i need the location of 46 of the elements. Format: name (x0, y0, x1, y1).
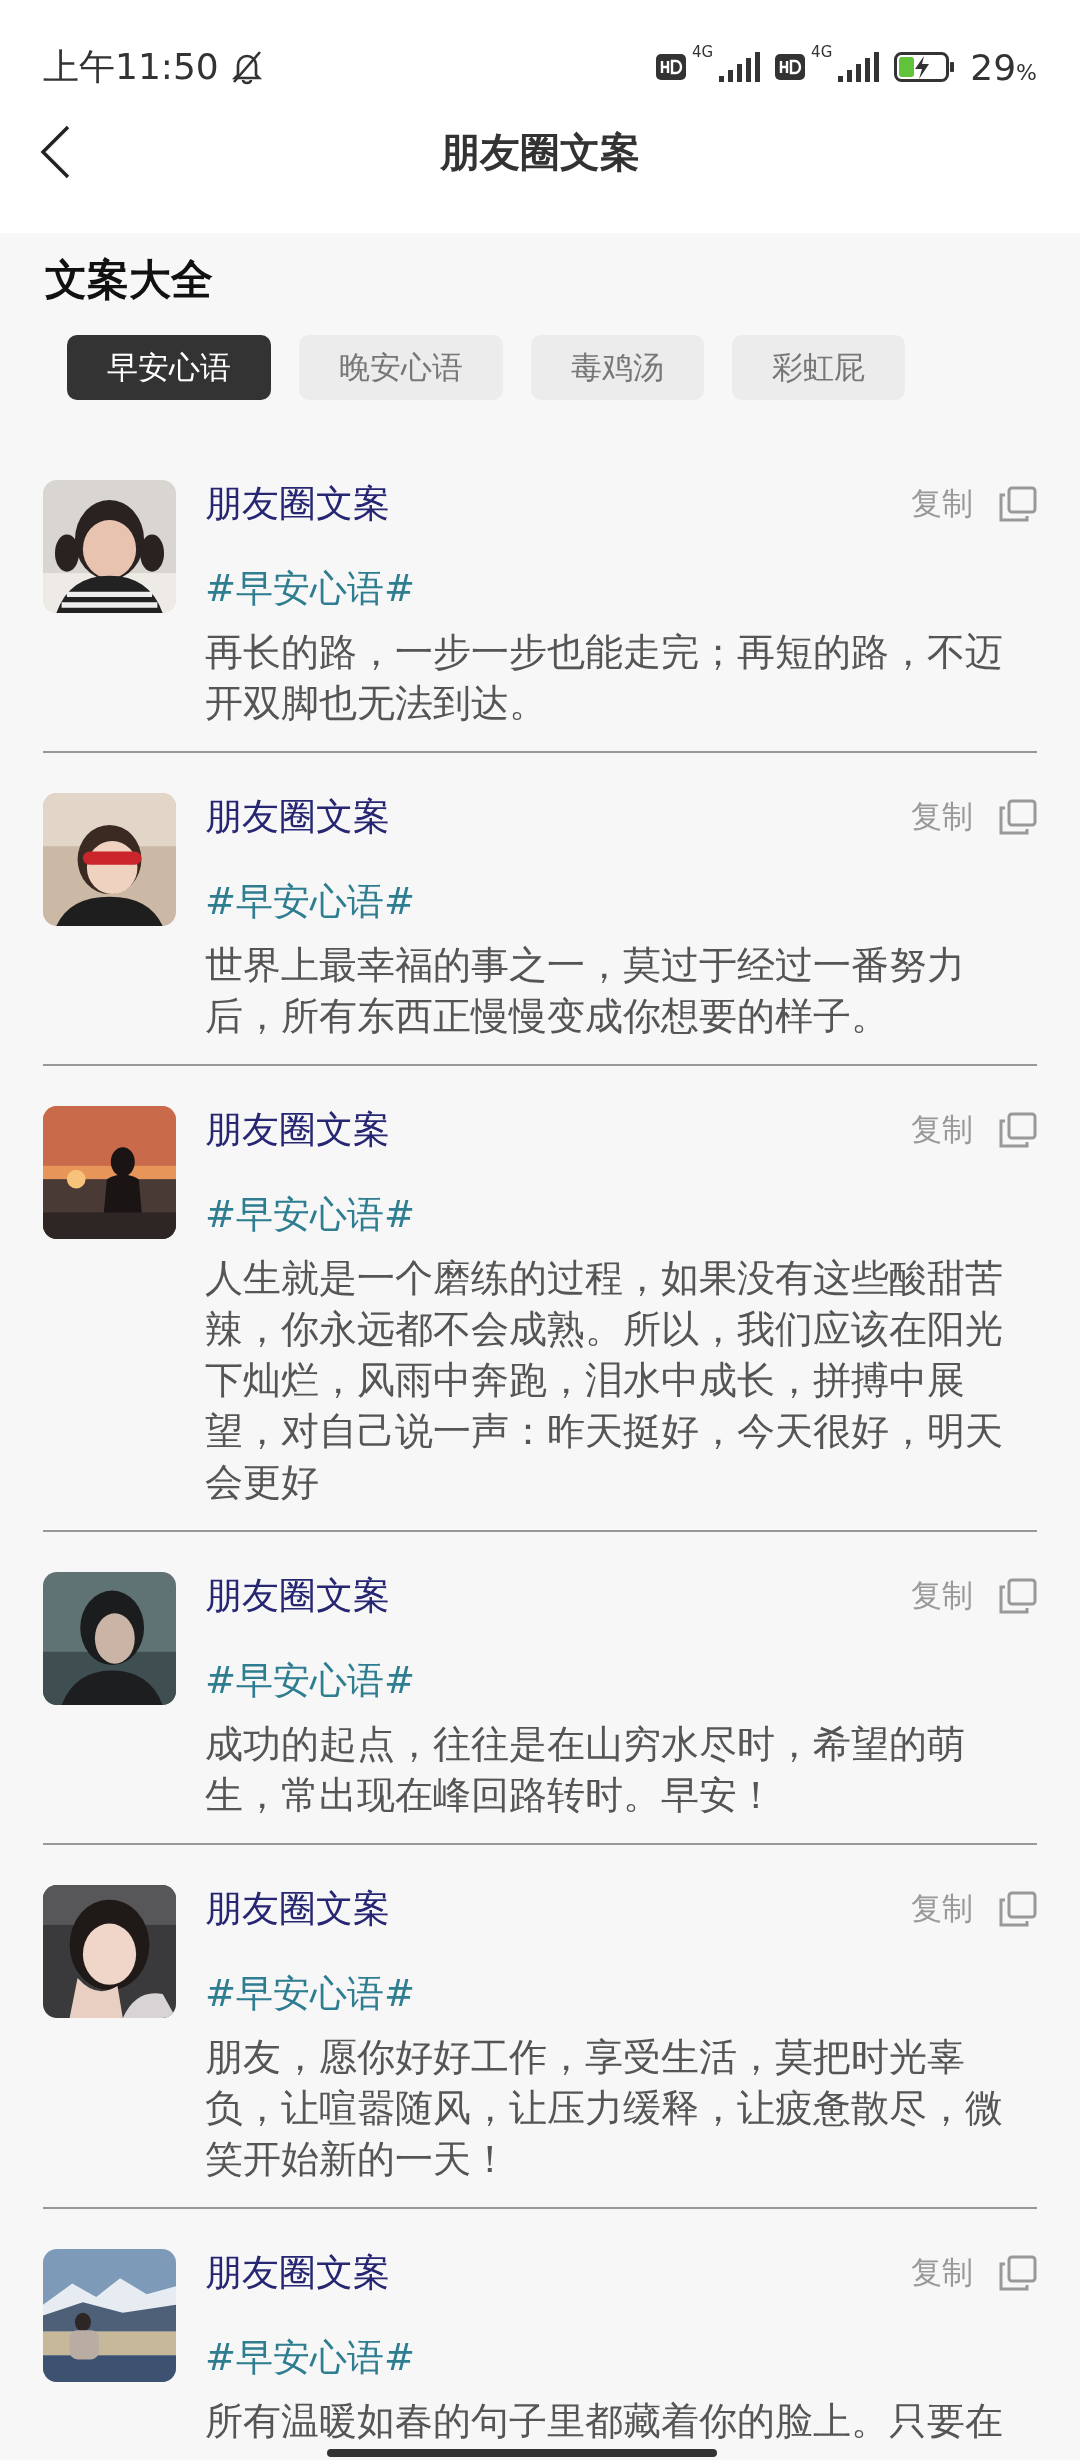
post-text: 所有温暖如春的句子里都藏着你的脸上。只要在 (205, 2398, 1004, 2445)
copy-link[interactable]: 复制 (911, 1888, 973, 1930)
hd-icon (655, 54, 686, 80)
copy-icon[interactable] (999, 799, 1037, 835)
network-type: 4G (811, 42, 833, 61)
category-tab[interactable]: 彩虹屁 (732, 335, 905, 400)
hashtag[interactable]: #早安心语# (205, 878, 1037, 926)
signal-icon (838, 52, 881, 82)
category-tab[interactable]: 晚安心语 (299, 335, 503, 400)
hashtag[interactable]: #早安心语# (205, 565, 1037, 613)
back-icon[interactable] (38, 124, 72, 180)
copy-link[interactable]: 复制 (911, 1575, 973, 1617)
copy-link[interactable]: 复制 (911, 796, 973, 838)
hashtag[interactable]: #早安心语# (205, 1191, 1037, 1239)
hd-icon (775, 54, 806, 80)
author-name: 朋友圈文案 (205, 481, 390, 527)
post-text: 人生就是一个磨练的过程，如果没有这些酸甜苦辣，你永远都不会成熟。所以，我们应该在阳光下灿烂，风雨中奔跑，泪水中成长，拼搏中展望，对自己说一声：昨天挺好，今天很好，明天会更好 (205, 1255, 1004, 1506)
copy-icon[interactable] (999, 2255, 1037, 2291)
network-type: 4G (691, 42, 714, 61)
section-title: 文案大全 (44, 254, 214, 305)
copy-icon[interactable] (999, 1578, 1037, 1614)
battery-percent: 29% (970, 46, 1037, 88)
author-name: 朋友圈文案 (205, 1107, 390, 1153)
post-text: 再长的路，一步一步也能走完；再短的路，不迈开双脚也无法到达。 (205, 629, 1004, 727)
copy-link[interactable]: 复制 (911, 2252, 973, 2294)
hashtag[interactable]: #早安心语# (205, 2334, 1037, 2382)
copy-icon[interactable] (999, 486, 1037, 522)
category-tab[interactable]: 毒鸡汤 (531, 335, 704, 400)
copy-icon[interactable] (999, 1112, 1037, 1148)
copy-icon[interactable] (999, 1891, 1037, 1927)
author-name: 朋友圈文案 (205, 794, 390, 840)
clock-time: 上午11:50 (43, 44, 219, 89)
author-name: 朋友圈文案 (205, 1886, 390, 1932)
post-text: 成功的起点，往往是在山穷水尽时，希望的萌生，常出现在峰回路转时。早安！ (205, 1721, 966, 1819)
author-name: 朋友圈文案 (205, 2250, 390, 2296)
hashtag[interactable]: #早安心语# (205, 1970, 1037, 2018)
post-text: 世界上最幸福的事之一，莫过于经过一番努力后，所有东西正慢慢变成你想要的样子。 (205, 942, 966, 1040)
battery-icon (894, 52, 957, 82)
category-tab[interactable]: 早安心语 (67, 335, 271, 400)
signal-icon (719, 52, 762, 82)
page-title: 朋友圈文案 (440, 127, 640, 177)
copy-link[interactable]: 复制 (911, 483, 973, 525)
author-name: 朋友圈文案 (205, 1573, 390, 1619)
hashtag[interactable]: #早安心语# (205, 1657, 1037, 1705)
post-text: 朋友，愿你好好工作，享受生活，莫把时光辜负，让喧嚣随风，让压力缓释，让疲惫散尽，微笑开始新的一天！ (205, 2034, 1004, 2183)
copy-link[interactable]: 复制 (911, 1109, 973, 1151)
